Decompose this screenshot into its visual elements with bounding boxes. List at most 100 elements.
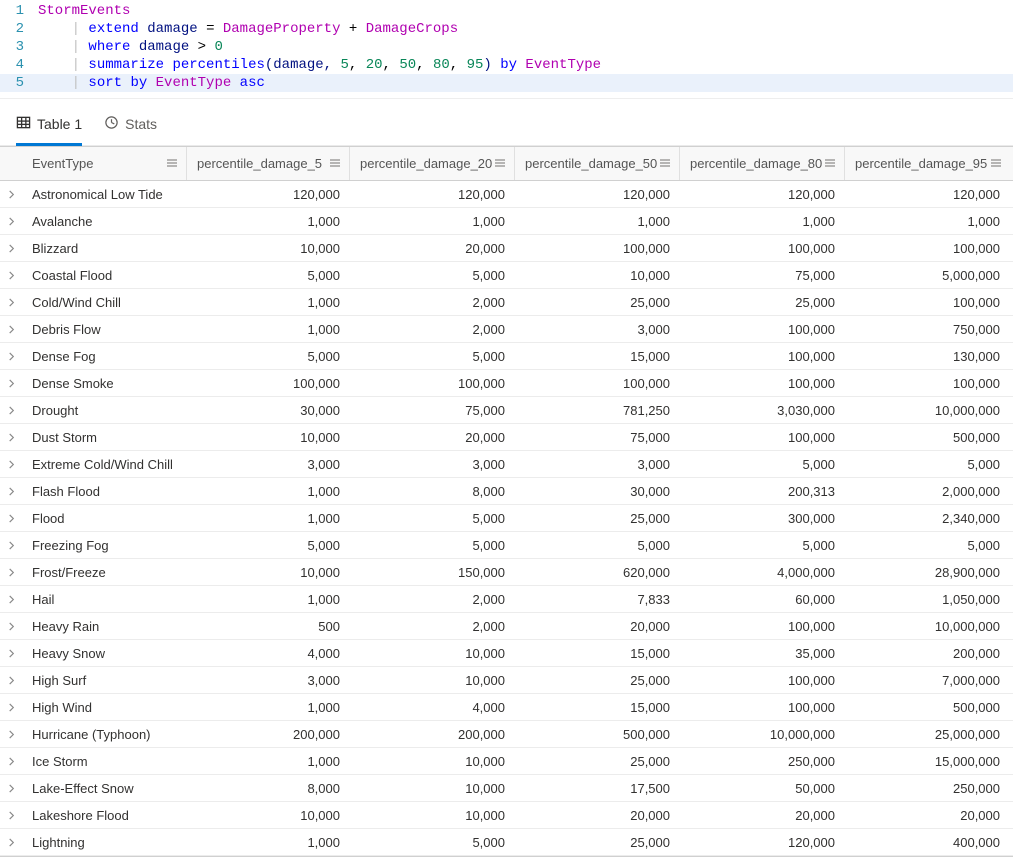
expand-row-icon[interactable] (0, 190, 22, 199)
column-header[interactable]: percentile_damage_20 (350, 147, 515, 180)
tab-table[interactable]: Table 1 (16, 115, 82, 146)
line-number: 1 (0, 2, 38, 20)
cell-event-type: Debris Flow (22, 316, 187, 342)
column-header[interactable]: percentile_damage_80 (680, 147, 845, 180)
table-row[interactable]: Avalanche1,0001,0001,0001,0001,000 (0, 208, 1013, 235)
table-row[interactable]: Freezing Fog5,0005,0005,0005,0005,000 (0, 532, 1013, 559)
table-row[interactable]: Dense Fog5,0005,00015,000100,000130,000 (0, 343, 1013, 370)
column-header[interactable]: EventType (22, 147, 187, 180)
grid-body: Astronomical Low Tide120,000120,000120,0… (0, 181, 1013, 856)
table-row[interactable]: Debris Flow1,0002,0003,000100,000750,000 (0, 316, 1013, 343)
cell-p50: 10,000 (515, 262, 680, 288)
code-line[interactable]: 3 | where damage > 0 (0, 38, 1013, 56)
cell-event-type: Lakeshore Flood (22, 802, 187, 828)
cell-event-type: High Surf (22, 667, 187, 693)
code-line[interactable]: 5 | sort by EventType asc (0, 74, 1013, 92)
query-editor[interactable]: 1StormEvents2 | extend damage = DamagePr… (0, 0, 1013, 99)
expand-row-icon[interactable] (0, 487, 22, 496)
column-menu-icon[interactable] (166, 156, 178, 171)
expand-row-icon[interactable] (0, 595, 22, 604)
expand-row-icon[interactable] (0, 541, 22, 550)
cell-p20: 150,000 (350, 559, 515, 585)
table-row[interactable]: Extreme Cold/Wind Chill3,0003,0003,0005,… (0, 451, 1013, 478)
expand-row-icon[interactable] (0, 406, 22, 415)
code-line[interactable]: 2 | extend damage = DamageProperty + Dam… (0, 20, 1013, 38)
expand-row-icon[interactable] (0, 649, 22, 658)
tab-table-label: Table 1 (37, 116, 82, 132)
column-header[interactable]: percentile_damage_95 (845, 147, 1010, 180)
expand-row-icon[interactable] (0, 298, 22, 307)
table-row[interactable]: Lightning1,0005,00025,000120,000400,000 (0, 829, 1013, 856)
table-row[interactable]: Frost/Freeze10,000150,000620,0004,000,00… (0, 559, 1013, 586)
expand-row-icon[interactable] (0, 217, 22, 226)
column-menu-icon[interactable] (494, 156, 506, 171)
table-row[interactable]: High Wind1,0004,00015,000100,000500,000 (0, 694, 1013, 721)
column-header-label: percentile_damage_20 (360, 156, 492, 171)
expand-row-icon[interactable] (0, 460, 22, 469)
code-line[interactable]: 1StormEvents (0, 2, 1013, 20)
line-number: 2 (0, 20, 38, 38)
cell-p95: 100,000 (845, 289, 1010, 315)
cell-p20: 10,000 (350, 667, 515, 693)
cell-event-type: Ice Storm (22, 748, 187, 774)
table-row[interactable]: Hurricane (Typhoon)200,000200,000500,000… (0, 721, 1013, 748)
column-header-label: EventType (32, 156, 93, 171)
cell-event-type: Flood (22, 505, 187, 531)
table-row[interactable]: Dense Smoke100,000100,000100,000100,0001… (0, 370, 1013, 397)
cell-event-type: Hurricane (Typhoon) (22, 721, 187, 747)
expand-row-icon[interactable] (0, 568, 22, 577)
expand-row-icon[interactable] (0, 730, 22, 739)
expand-row-icon[interactable] (0, 271, 22, 280)
expand-row-icon[interactable] (0, 244, 22, 253)
expand-row-icon[interactable] (0, 784, 22, 793)
cell-p5: 3,000 (187, 667, 350, 693)
expand-row-icon[interactable] (0, 622, 22, 631)
column-header[interactable]: percentile_damage_5 (187, 147, 350, 180)
table-row[interactable]: Lakeshore Flood10,00010,00020,00020,0002… (0, 802, 1013, 829)
tab-stats[interactable]: Stats (104, 115, 157, 146)
expand-row-icon[interactable] (0, 379, 22, 388)
expand-row-icon[interactable] (0, 838, 22, 847)
expand-row-icon[interactable] (0, 757, 22, 766)
table-row[interactable]: Ice Storm1,00010,00025,000250,00015,000,… (0, 748, 1013, 775)
expand-row-icon[interactable] (0, 352, 22, 361)
table-row[interactable]: Hail1,0002,0007,83360,0001,050,000 (0, 586, 1013, 613)
code-line[interactable]: 4 | summarize percentiles(damage, 5, 20,… (0, 56, 1013, 74)
table-row[interactable]: Flash Flood1,0008,00030,000200,3132,000,… (0, 478, 1013, 505)
cell-p50: 5,000 (515, 532, 680, 558)
expand-row-icon[interactable] (0, 676, 22, 685)
expand-row-icon[interactable] (0, 325, 22, 334)
column-menu-icon[interactable] (659, 156, 671, 171)
table-row[interactable]: Heavy Rain5002,00020,000100,00010,000,00… (0, 613, 1013, 640)
table-row[interactable]: Drought30,00075,000781,2503,030,00010,00… (0, 397, 1013, 424)
line-number: 5 (0, 74, 38, 92)
cell-event-type: Avalanche (22, 208, 187, 234)
table-row[interactable]: Cold/Wind Chill1,0002,00025,00025,000100… (0, 289, 1013, 316)
expand-row-icon[interactable] (0, 703, 22, 712)
cell-event-type: Extreme Cold/Wind Chill (22, 451, 187, 477)
cell-p20: 100,000 (350, 370, 515, 396)
column-menu-icon[interactable] (824, 156, 836, 171)
expand-row-icon[interactable] (0, 433, 22, 442)
cell-p95: 400,000 (845, 829, 1010, 855)
cell-p50: 500,000 (515, 721, 680, 747)
table-row[interactable]: Blizzard10,00020,000100,000100,000100,00… (0, 235, 1013, 262)
cell-p80: 100,000 (680, 424, 845, 450)
cell-p50: 15,000 (515, 640, 680, 666)
table-row[interactable]: Lake-Effect Snow8,00010,00017,50050,0002… (0, 775, 1013, 802)
column-menu-icon[interactable] (329, 156, 341, 171)
table-row[interactable]: Dust Storm10,00020,00075,000100,000500,0… (0, 424, 1013, 451)
column-header[interactable]: percentile_damage_50 (515, 147, 680, 180)
cell-p50: 3,000 (515, 451, 680, 477)
column-menu-icon[interactable] (990, 156, 1002, 171)
expand-row-icon[interactable] (0, 811, 22, 820)
table-row[interactable]: Coastal Flood5,0005,00010,00075,0005,000… (0, 262, 1013, 289)
expand-row-icon[interactable] (0, 514, 22, 523)
table-row[interactable]: High Surf3,00010,00025,000100,0007,000,0… (0, 667, 1013, 694)
cell-p80: 4,000,000 (680, 559, 845, 585)
table-row[interactable]: Astronomical Low Tide120,000120,000120,0… (0, 181, 1013, 208)
table-row[interactable]: Heavy Snow4,00010,00015,00035,000200,000 (0, 640, 1013, 667)
table-row[interactable]: Flood1,0005,00025,000300,0002,340,000 (0, 505, 1013, 532)
cell-p80: 100,000 (680, 316, 845, 342)
cell-p50: 25,000 (515, 748, 680, 774)
